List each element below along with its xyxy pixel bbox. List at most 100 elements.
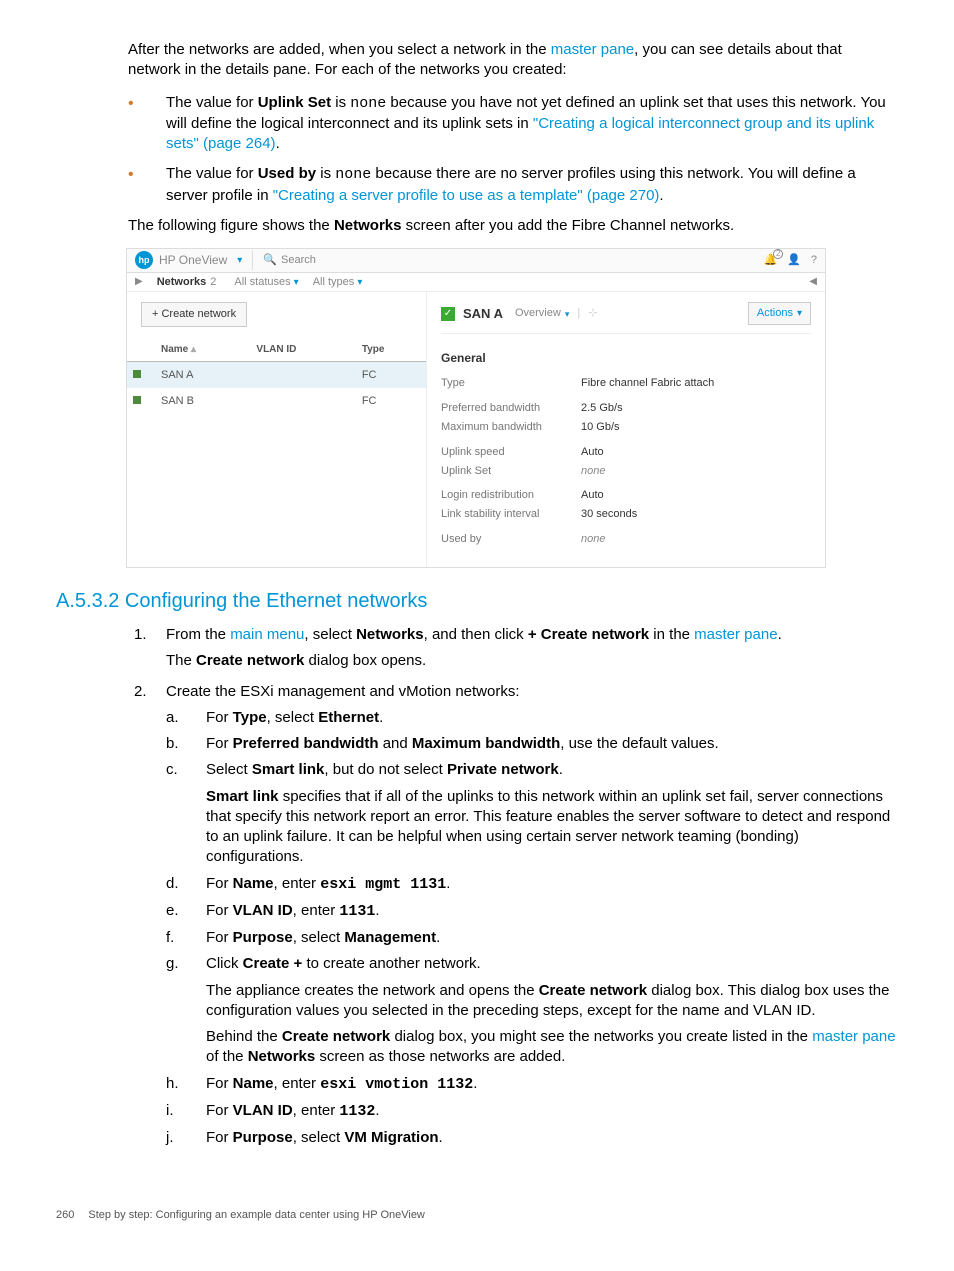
- property-key: Uplink speed: [441, 445, 581, 460]
- app-title: HP OneView: [159, 252, 227, 268]
- text: in the: [649, 626, 694, 643]
- master-pane-link[interactable]: master pane: [812, 1028, 895, 1045]
- property-key: Type: [441, 376, 581, 391]
- property-value: 10 Gb/s: [581, 420, 620, 435]
- property-row: Maximum bandwidth10 Gb/s: [441, 420, 811, 435]
- resource-count: 2: [210, 275, 216, 290]
- text: none: [350, 95, 386, 112]
- table-row[interactable]: SAN AFC: [127, 361, 426, 388]
- substep-list: a. For Type, select Ethernet. b. For Pre…: [166, 708, 898, 1149]
- property-key: Login redistribution: [441, 488, 581, 503]
- status-ok-icon: ✓: [441, 307, 455, 321]
- text: , select: [304, 626, 356, 643]
- text: .: [276, 135, 280, 152]
- intro-paragraph-1: After the networks are added, when you s…: [128, 40, 898, 81]
- networks-screen-figure: hp HP OneView ▾ 🔍 Search 🔔2 👤 ? ▶ Networ…: [126, 248, 826, 568]
- table-row[interactable]: SAN BFC: [127, 388, 426, 415]
- procedure-list: 1. From the main menu, select Networks, …: [56, 625, 898, 1148]
- page-number: 260: [56, 1208, 74, 1223]
- property-key: Preferred bandwidth: [441, 401, 581, 416]
- networks-table: Name ▴ VLAN ID Type SAN AFCSAN BFC: [127, 339, 426, 415]
- type-filter[interactable]: All types ▾: [313, 275, 363, 290]
- property-value: Fibre channel Fabric attach: [581, 376, 714, 391]
- text: Uplink Set: [258, 94, 331, 111]
- hp-logo-icon: hp: [135, 251, 153, 269]
- substep-h: h. For Name, enter esxi vmotion 1132.: [166, 1074, 898, 1095]
- property-value: none: [581, 532, 605, 547]
- section-heading: A.5.3.2 Configuring the Ethernet network…: [56, 588, 898, 615]
- step-2: 2. Create the ESXi management and vMotio…: [56, 682, 898, 1149]
- property-key: Uplink Set: [441, 464, 581, 479]
- substep-f: f. For Purpose, select Management.: [166, 928, 898, 948]
- text: Used by: [258, 165, 316, 182]
- create-network-button[interactable]: + Create network: [141, 302, 247, 327]
- text: The following figure shows the: [128, 217, 334, 234]
- master-pane-link[interactable]: master pane: [694, 626, 777, 643]
- property-value: Auto: [581, 488, 604, 503]
- text: .: [659, 187, 663, 204]
- substep-e: e. For VLAN ID, enter 1131.: [166, 901, 898, 922]
- substep-c-note: Smart link specifies that if all of the …: [206, 787, 898, 868]
- substep-g-note1: The appliance creates the network and op…: [206, 981, 898, 1022]
- master-pane-link[interactable]: master pane: [551, 41, 634, 58]
- expand-left-icon[interactable]: ▶: [135, 275, 143, 289]
- text: , and then click: [424, 626, 528, 643]
- property-row: Preferred bandwidth2.5 Gb/s: [441, 401, 811, 416]
- master-pane: + Create network Name ▴ VLAN ID Type SAN…: [127, 292, 427, 567]
- footer-text: Step by step: Configuring an example dat…: [88, 1208, 425, 1223]
- cell-name: SAN B: [155, 388, 250, 415]
- view-selector-label[interactable]: Overview: [515, 306, 561, 321]
- cell-name: SAN A: [155, 361, 250, 388]
- text: Networks: [356, 626, 424, 643]
- details-title: SAN A: [463, 305, 503, 323]
- status-dot-icon: [133, 370, 141, 378]
- search-placeholder[interactable]: Search: [281, 253, 316, 268]
- actions-button[interactable]: Actions▾: [748, 302, 811, 325]
- property-row: Link stability interval30 seconds: [441, 507, 811, 522]
- intro-paragraph-2: The following figure shows the Networks …: [128, 216, 898, 236]
- substep-g-note2: Behind the Create network dialog box, yo…: [206, 1027, 898, 1068]
- property-key: Maximum bandwidth: [441, 420, 581, 435]
- text: The value for: [166, 165, 258, 182]
- property-row: Uplink speedAuto: [441, 445, 811, 460]
- creating-server-profile-link[interactable]: "Creating a server profile to use as a t…: [273, 187, 660, 204]
- substep-d: d. For Name, enter esxi mgmt 1131.: [166, 874, 898, 895]
- sub-header: ▶ Networks 2 All statuses ▾ All types ▾ …: [127, 273, 825, 293]
- property-row: Used bynone: [441, 532, 811, 547]
- property-key: Link stability interval: [441, 507, 581, 522]
- search-icon[interactable]: 🔍: [263, 253, 277, 268]
- status-dot-icon: [133, 396, 141, 404]
- property-value: 2.5 Gb/s: [581, 401, 623, 416]
- col-vlan[interactable]: VLAN ID: [250, 339, 355, 361]
- col-type[interactable]: Type: [356, 339, 426, 361]
- substep-c: c. Select Smart link, but do not select …: [166, 760, 898, 867]
- property-key: Used by: [441, 532, 581, 547]
- separator: [252, 250, 253, 270]
- property-value: none: [581, 464, 605, 479]
- text: none: [335, 166, 371, 183]
- help-icon[interactable]: ?: [811, 253, 817, 268]
- property-row: TypeFibre channel Fabric attach: [441, 376, 811, 391]
- property-value: 30 seconds: [581, 507, 637, 522]
- text: + Create network: [528, 626, 649, 643]
- collapse-right-icon[interactable]: ◀: [809, 275, 817, 289]
- col-name[interactable]: Name ▴: [155, 339, 250, 361]
- text: screen after you add the Fibre Channel n…: [401, 217, 734, 234]
- substep-g: g. Click Create + to create another netw…: [166, 954, 898, 1067]
- chevron-down-icon[interactable]: ▾: [565, 308, 570, 320]
- user-icon[interactable]: 👤: [787, 253, 801, 268]
- chevron-down-icon[interactable]: ▾: [237, 254, 242, 268]
- status-filter[interactable]: All statuses ▾: [234, 275, 298, 290]
- property-row: Login redistributionAuto: [441, 488, 811, 503]
- notification-icon[interactable]: 🔔2: [763, 253, 777, 268]
- bullet-used-by: The value for Used by is none because th…: [56, 164, 898, 206]
- step-1-result: The Create network dialog box opens.: [166, 651, 898, 671]
- col-status[interactable]: [127, 339, 155, 361]
- map-icon[interactable]: ⊹: [588, 306, 597, 321]
- main-menu-link[interactable]: main menu: [230, 626, 304, 643]
- substep-i: i. For VLAN ID, enter 1132.: [166, 1101, 898, 1122]
- text: After the networks are added, when you s…: [128, 41, 551, 58]
- page-footer: 260 Step by step: Configuring an example…: [56, 1208, 898, 1223]
- substep-b: b. For Preferred bandwidth and Maximum b…: [166, 734, 898, 754]
- substep-j: j. For Purpose, select VM Migration.: [166, 1128, 898, 1148]
